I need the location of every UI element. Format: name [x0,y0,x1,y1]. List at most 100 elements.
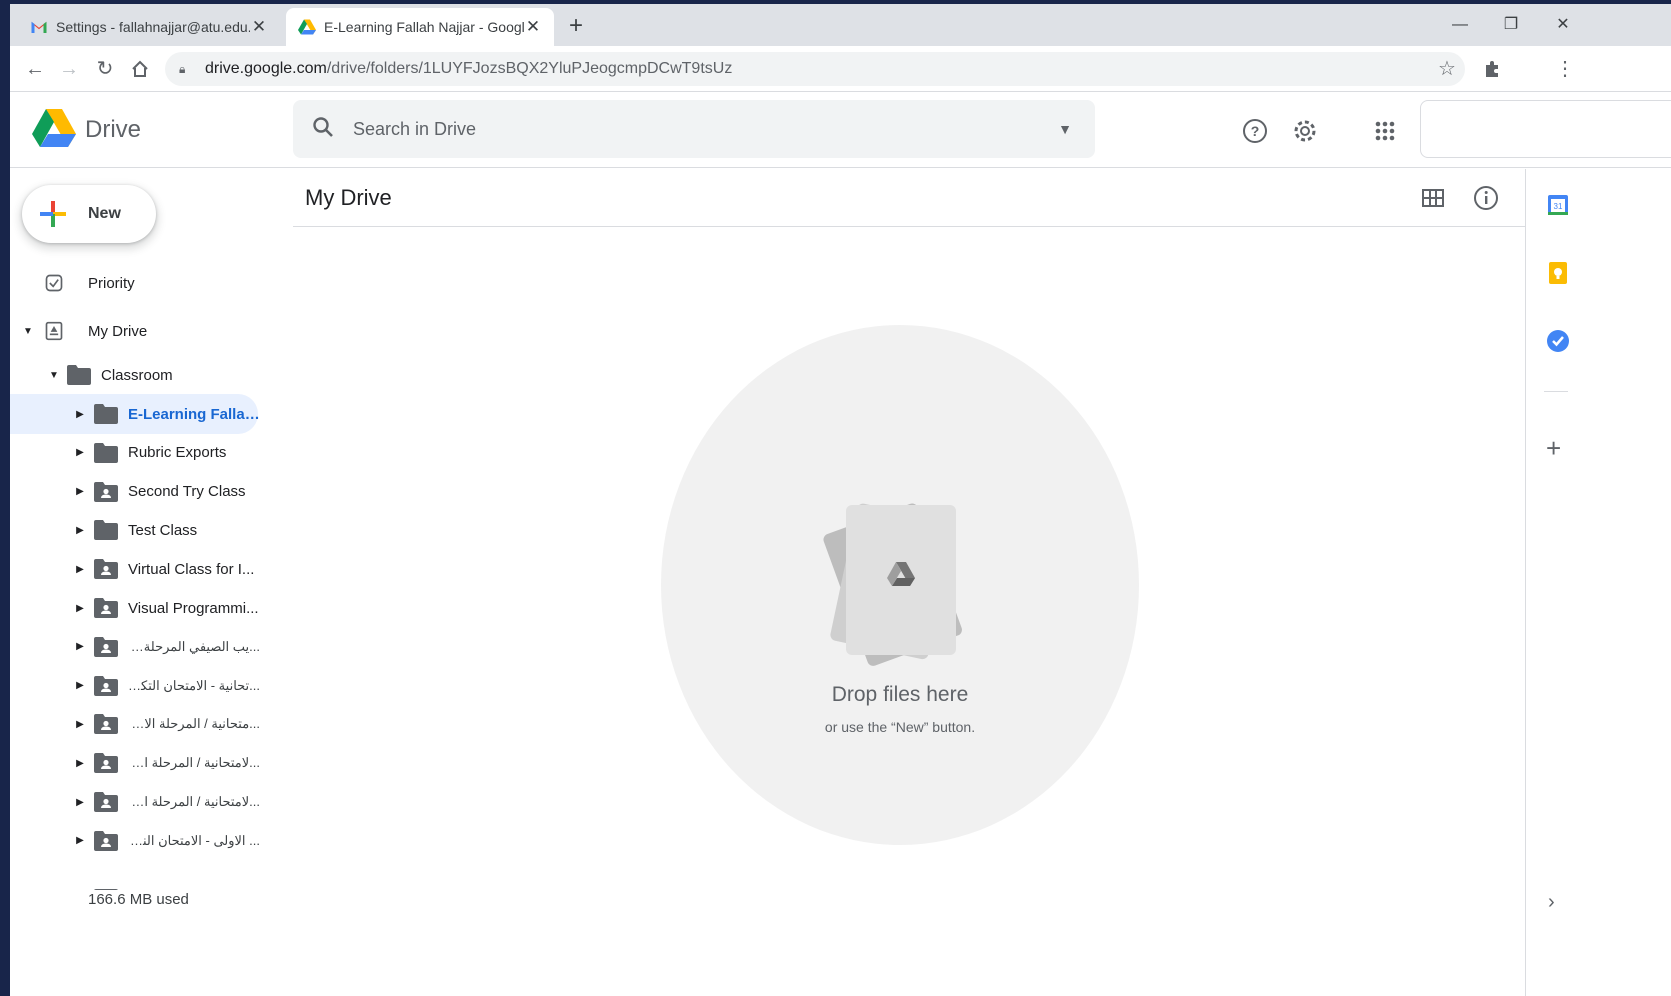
sidebar-item-label: Classroom [101,366,173,384]
sidebar-folder-item[interactable]: ▶ ...لامتحانية / المرحلة الثالثة [10,743,270,783]
sidebar-item-label: Second Try Class [128,483,246,501]
tasks-icon[interactable] [1546,329,1570,353]
home-icon[interactable] [125,54,155,84]
account-area[interactable] [1420,100,1671,158]
drop-zone[interactable]: Drop files here or use the “New” button. [661,325,1139,845]
sidebar-item-label: Test Class [128,521,198,539]
back-icon[interactable]: ← [20,54,50,84]
sidebar-item-label: E-Learning Fallah ... [128,405,260,423]
tab-gmail-settings[interactable]: Settings - fallahnajjar@atu.edu.iq ✕ [18,8,280,46]
tab-title: E-Learning Fallah Najjar - Google Drive [324,19,524,35]
bookmark-star-icon[interactable]: ☆ [1432,54,1462,84]
add-addon-icon[interactable]: + [1546,433,1561,464]
sidebar-folder-item[interactable]: ▶ Visual Programmi... [10,588,270,628]
minimize-icon[interactable]: — [1445,12,1475,38]
sidebar-fade [10,869,293,889]
sidebar-item-my-drive[interactable]: ▼ My Drive [10,311,270,351]
folder-icon [94,520,118,541]
shared-folder-icon [94,753,118,774]
search-options-icon[interactable]: ▼ [1035,121,1095,137]
drive-header: Drive ▼ ? [10,92,1671,168]
calendar-icon[interactable]: 31 [1546,193,1570,217]
close-icon[interactable]: ✕ [250,17,268,37]
app-name[interactable]: Drive [85,116,141,144]
caret-right-icon[interactable]: ▶ [74,564,86,575]
shared-folder-icon [94,792,118,812]
reload-icon[interactable]: ↻ [90,54,120,84]
side-panel: 31 + › [1525,169,1671,996]
caret-right-icon[interactable]: ▶ [74,835,86,846]
tab-drive[interactable]: E-Learning Fallah Najjar - Google Drive … [286,8,554,46]
sidebar-folder-item[interactable]: ▶ ...يب الصيفي المرحلة الثالثة [10,627,270,667]
drop-title: Drop files here [831,683,969,706]
extensions-icon[interactable] [1477,54,1507,84]
new-button[interactable]: New [22,185,156,243]
url-path: /drive/folders/1LUYFJozsBQX2YluPJeogcmpD… [326,60,733,77]
priority-icon [45,274,63,292]
new-tab-button[interactable]: + [562,13,590,41]
caret-right-icon[interactable]: ▶ [74,603,86,614]
sidebar-folder-item[interactable]: ▶ ... الاولى - الامتحان النهائي [10,821,270,861]
storage-used: 166.6 MB used [88,891,189,908]
tab-strip: Settings - fallahnajjar@atu.edu.iq ✕ E-L… [10,4,1671,46]
caret-right-icon[interactable]: ▶ [74,719,86,730]
tab-title: Settings - fallahnajjar@atu.edu.iq [56,19,250,35]
shared-folder-icon [94,714,118,735]
grid-view-icon[interactable] [1418,183,1448,213]
page-title[interactable]: My Drive [305,185,392,211]
sidebar-folder-item[interactable]: ▶ ...لامتحانية / المرحلة الثانية [10,782,270,822]
keep-icon[interactable] [1546,261,1570,285]
new-button-label: New [88,205,121,222]
sidebar-folder-item[interactable]: ▶ Rubric Exports [10,433,270,473]
drop-files-illustration-icon [823,503,962,666]
caret-right-icon[interactable]: ▶ [74,525,86,536]
close-icon[interactable]: ✕ [524,17,542,37]
sidebar-item-label: Virtual Class for I... [128,560,255,578]
my-drive-icon [45,321,63,341]
search-icon[interactable] [293,116,353,143]
sidebar-item-label: Rubric Exports [128,444,227,462]
caret-right-icon[interactable]: ▶ [74,447,86,458]
sidebar-folder-item[interactable]: ▶ E-Learning Fallah ... [10,394,260,434]
sidebar-item-classroom[interactable]: ▼ Classroom [10,355,270,395]
divider [293,226,1525,227]
caret-down-icon[interactable]: ▼ [22,326,34,337]
shared-folder-icon [94,636,118,657]
caret-down-icon[interactable]: ▼ [48,370,60,381]
url-host: drive.google.com [205,60,327,77]
caret-right-icon[interactable]: ▶ [74,409,86,420]
sidebar-folder-item[interactable]: ▶ ...متحانية / المرحلة الاولى [10,704,270,744]
settings-gear-icon[interactable] [1290,116,1320,146]
caret-right-icon[interactable]: ▶ [74,486,86,497]
caret-right-icon[interactable]: ▶ [74,797,86,808]
gmail-icon [31,21,47,33]
plus-icon [40,201,66,227]
sidebar-folder-item[interactable]: ▶ Second Try Class [10,472,270,512]
browser-menu-icon[interactable]: ⋮ [1550,54,1580,84]
sidebar-folder-item[interactable]: ▶ Virtual Class for I... [10,549,270,589]
sidebar-folder-item[interactable]: ▶ Test Class [10,510,270,550]
caret-right-icon[interactable]: ▶ [74,758,86,769]
folder-icon [94,442,118,463]
apps-grid-icon[interactable] [1370,116,1400,146]
sidebar-folder-item[interactable]: ▶ ...تحانية - الامتحان التكميلي [10,666,270,706]
restore-icon[interactable]: ❐ [1496,12,1526,38]
chevron-right-icon[interactable]: › [1548,891,1555,914]
search-bar[interactable]: ▼ [293,100,1095,158]
address-bar[interactable]: 🔒︎ drive.google.com/drive/folders/1LUYFJ… [165,52,1465,86]
caret-right-icon[interactable]: ▶ [74,641,86,652]
folder-icon [67,365,91,385]
sidebar-item-priority[interactable]: Priority [10,263,270,303]
search-input[interactable] [353,118,1035,140]
caret-right-icon[interactable]: ▶ [74,680,86,691]
sidebar-item-label: ...متحانية / المرحلة الاولى [128,716,260,732]
folder-icon [94,404,118,424]
drive-logo-icon[interactable] [32,108,76,148]
sidebar-item-label: My Drive [88,322,148,340]
help-icon[interactable]: ? [1240,116,1270,146]
sidebar-item-label: ...لامتحانية / المرحلة الثالثة [128,755,260,771]
info-icon[interactable] [1471,183,1501,213]
window-close-icon[interactable]: ✕ [1548,12,1578,38]
browser-toolbar: ← → ↻ 🔒︎ drive.google.com/drive/folders/… [10,46,1671,92]
forward-icon[interactable]: → [54,54,84,84]
